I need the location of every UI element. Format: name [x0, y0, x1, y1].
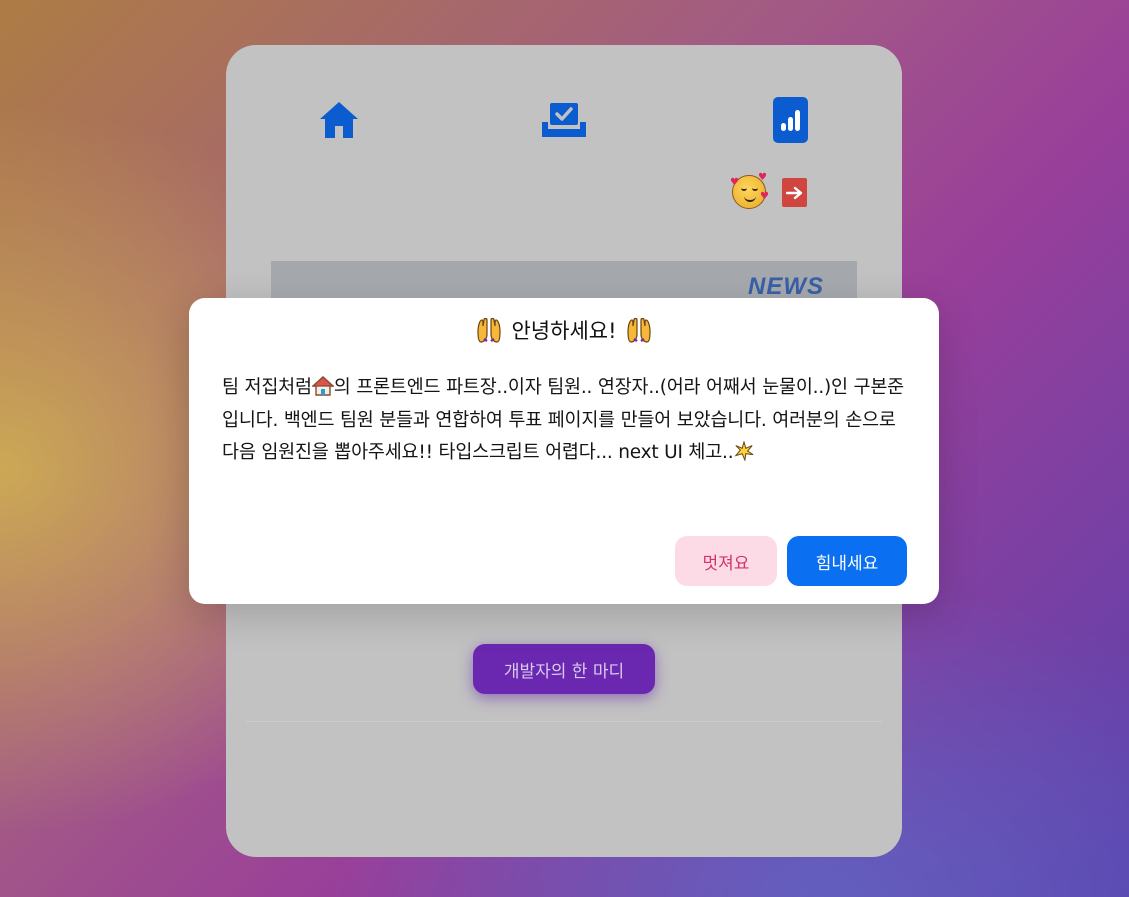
- modal-body-text: 팀 저집처럼 의 프론트엔드 파트장..이자 팀원.. 연장자..(어라 어째서 …: [222, 376, 904, 463]
- house-icon: [311, 376, 334, 396]
- modal-title: 안녕하세요!: [189, 312, 939, 348]
- welcome-modal: 안녕하세요! 팀 저집처럼 의 프론트엔드 파트장..이자 팀원.. 연장자..(…: [189, 298, 939, 604]
- nav-vote-button[interactable]: [539, 100, 589, 140]
- raising-hands-icon: [626, 317, 651, 343]
- home-icon: [320, 102, 358, 138]
- logout-button[interactable]: [782, 178, 807, 207]
- raising-hands-icon: [477, 317, 502, 343]
- profile-emoji-button[interactable]: ♥ ♥ ♥: [730, 172, 769, 209]
- nav-home-button[interactable]: [317, 100, 361, 140]
- bar-chart-icon: [772, 97, 808, 143]
- cheer-up-button[interactable]: 힘내세요: [787, 536, 907, 586]
- divider: [246, 721, 882, 722]
- heart-icon: ♥: [760, 191, 769, 202]
- nav-stats-button[interactable]: [772, 97, 808, 143]
- heart-icon: ♥: [758, 172, 767, 183]
- vote-box-icon: [542, 103, 586, 137]
- developer-note-button[interactable]: 개발자의 한 마디: [473, 644, 655, 694]
- heart-icon: ♥: [730, 177, 739, 188]
- news-label: NEWS: [748, 273, 824, 300]
- cool-button[interactable]: 멋져요: [675, 536, 777, 586]
- sparkle-burst-icon: [734, 441, 754, 461]
- logout-icon: [785, 186, 802, 199]
- modal-title-text: 안녕하세요!: [511, 319, 617, 343]
